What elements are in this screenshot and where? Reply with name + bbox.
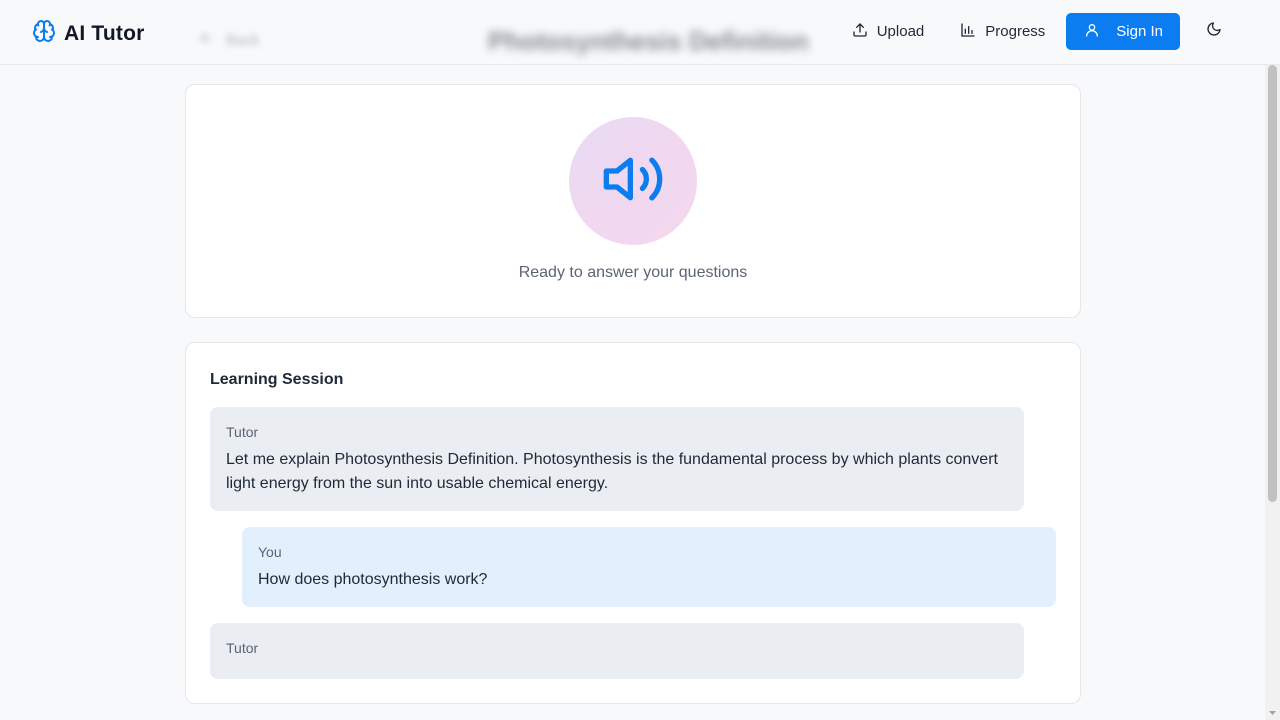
voice-panel: Ready to answer your questions bbox=[185, 84, 1081, 318]
upload-label: Upload bbox=[876, 23, 925, 40]
brand[interactable]: AI Tutor bbox=[32, 19, 145, 48]
moon-icon bbox=[1206, 21, 1222, 42]
scrollbar-thumb[interactable] bbox=[1268, 65, 1277, 502]
back-label: Back bbox=[226, 31, 260, 49]
upload-button[interactable]: Upload bbox=[837, 13, 940, 50]
bar-chart-icon bbox=[960, 22, 976, 42]
brain-icon bbox=[32, 19, 56, 48]
tutor-message: Tutor bbox=[210, 623, 1024, 679]
sign-in-button[interactable]: Sign In bbox=[1066, 13, 1180, 50]
learning-session-panel: Learning Session Tutor Let me explain Ph… bbox=[185, 342, 1081, 704]
sign-in-label: Sign In bbox=[1116, 23, 1163, 40]
user-icon bbox=[1084, 22, 1100, 42]
page-scrollbar[interactable] bbox=[1265, 65, 1280, 720]
progress-button[interactable]: Progress bbox=[945, 13, 1060, 50]
upload-icon bbox=[852, 22, 868, 42]
voice-status-text: Ready to answer your questions bbox=[518, 264, 748, 281]
back-link[interactable]: Back bbox=[198, 30, 259, 50]
brand-name: AI Tutor bbox=[64, 21, 145, 45]
scroll-down-arrow-icon[interactable] bbox=[1268, 706, 1277, 720]
theme-toggle-button[interactable] bbox=[1196, 14, 1232, 50]
message-text: Let me explain Photosynthesis Definition… bbox=[226, 451, 998, 492]
header-nav: Upload Progress Sign In bbox=[837, 13, 1232, 50]
user-message: You How does photosynthesis work? bbox=[242, 527, 1056, 607]
message-sender: Tutor bbox=[226, 424, 259, 440]
session-title: Learning Session bbox=[210, 371, 344, 388]
progress-label: Progress bbox=[985, 23, 1046, 40]
message-sender: Tutor bbox=[226, 640, 259, 656]
message-sender: You bbox=[258, 544, 282, 560]
speaker-icon bbox=[601, 147, 665, 216]
tutor-message: Tutor Let me explain Photosynthesis Defi… bbox=[210, 407, 1024, 511]
message-text: How does photosynthesis work? bbox=[258, 571, 488, 588]
arrow-left-icon bbox=[198, 30, 214, 50]
page-title: Photosynthesis Definition bbox=[488, 26, 809, 56]
voice-button[interactable] bbox=[569, 117, 697, 245]
top-header: AI Tutor Back Photosynthesis Definition … bbox=[0, 0, 1280, 65]
